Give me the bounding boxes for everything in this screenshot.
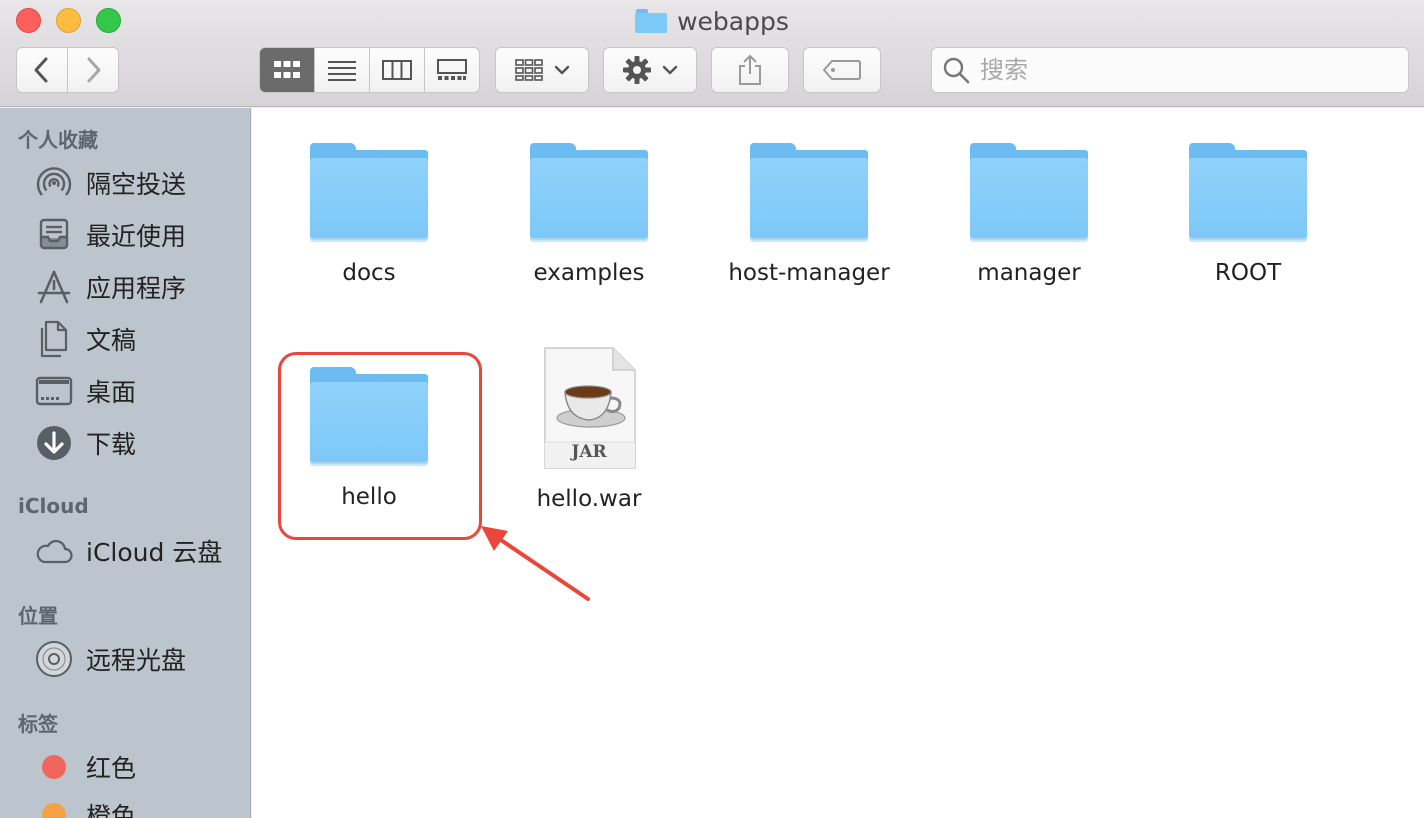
grid-arrange-icon (515, 59, 543, 81)
desktop-icon (34, 371, 74, 411)
file-item-host-manager[interactable]: host-manager (719, 140, 899, 286)
chevron-down-icon (554, 65, 570, 75)
file-item-manager[interactable]: manager (939, 140, 1119, 286)
forward-button[interactable] (68, 48, 118, 92)
file-item-root[interactable]: ROOT (1158, 140, 1338, 286)
list-view-button[interactable] (315, 48, 370, 92)
sidebar-item-documents[interactable]: 文稿 (34, 319, 136, 359)
sidebar-item-label: 桌面 (86, 378, 137, 407)
cloud-icon (34, 531, 74, 571)
annotation-highlight-box (278, 352, 482, 540)
chevron-left-icon (34, 57, 48, 83)
documents-icon (34, 319, 74, 359)
sidebar-item-label: 远程光盘 (86, 646, 187, 675)
section-header-icloud: iCloud (18, 494, 89, 518)
section-header-tags: 标签 (18, 712, 58, 736)
gear-icon (623, 56, 651, 84)
view-mode-control (259, 47, 480, 93)
icon-view-button[interactable] (260, 48, 315, 92)
sidebar-item-applications[interactable]: 应用程序 (34, 267, 186, 307)
sidebar-item-label: 红色 (86, 754, 137, 783)
sidebar-item-label: 下载 (86, 430, 137, 459)
sidebar-item-label: 文稿 (86, 326, 137, 355)
file-browser-area: docs examples host-manager manager ROOT … (252, 108, 1424, 818)
file-item-hello-war[interactable]: JAR hello.war (499, 346, 679, 512)
folder-icon (635, 9, 668, 33)
sidebar-item-label: iCloud 云盘 (86, 538, 223, 567)
airdrop-icon (34, 163, 74, 203)
folder-icon (308, 140, 430, 240)
folder-icon (528, 140, 650, 240)
chevron-down-icon (662, 65, 678, 75)
orange-tag-dot-icon (34, 795, 74, 818)
gallery-view-button[interactable] (425, 48, 479, 92)
window-title-text: webapps (677, 6, 789, 36)
file-name: ROOT (1214, 260, 1282, 286)
sidebar-item-tag-red[interactable]: 红色 (34, 747, 136, 787)
section-header-locations: 位置 (18, 604, 58, 628)
arrange-button[interactable] (495, 47, 589, 93)
recents-icon (34, 215, 74, 255)
sidebar-item-label: 橙色 (86, 802, 137, 818)
icon-view-icon (274, 61, 300, 78)
search-input[interactable] (980, 56, 1380, 84)
title-bar: webapps (0, 0, 1424, 107)
sidebar-item-tag-orange[interactable]: 橙色 (34, 795, 136, 818)
gallery-view-icon (437, 59, 467, 80)
column-view-button[interactable] (370, 48, 425, 92)
column-view-icon (382, 60, 412, 80)
jar-badge: JAR (571, 442, 607, 462)
folder-icon (1187, 140, 1309, 240)
window-title: webapps (0, 4, 1424, 38)
back-forward-group (16, 47, 119, 93)
folder-icon (968, 140, 1090, 240)
file-name: manager (977, 260, 1081, 286)
share-button[interactable] (711, 47, 789, 93)
chevron-right-icon (87, 57, 101, 83)
sidebar-item-recents[interactable]: 最近使用 (34, 215, 186, 255)
sidebar-item-remote-disc[interactable]: 远程光盘 (34, 639, 186, 679)
downloads-icon (34, 423, 74, 463)
sidebar-item-label: 最近使用 (86, 222, 187, 251)
sidebar-item-downloads[interactable]: 下载 (34, 423, 136, 463)
search-field[interactable] (931, 47, 1409, 93)
file-name: hello.war (536, 486, 642, 512)
sidebar-item-label: 隔空投送 (86, 170, 187, 199)
share-icon (739, 54, 761, 85)
action-button[interactable] (603, 47, 697, 93)
file-name: examples (533, 260, 645, 286)
file-item-docs[interactable]: docs (279, 140, 459, 286)
disc-icon (34, 639, 74, 679)
file-item-examples[interactable]: examples (499, 140, 679, 286)
section-header-favorites: 个人收藏 (18, 128, 98, 152)
folder-icon (748, 140, 870, 240)
tag-button[interactable] (803, 47, 881, 93)
back-button[interactable] (17, 48, 68, 92)
applications-icon (34, 267, 74, 307)
red-tag-dot-icon (34, 747, 74, 787)
tag-icon (823, 60, 861, 80)
file-name: docs (342, 260, 396, 286)
search-icon (943, 57, 970, 84)
list-view-icon (328, 61, 356, 81)
sidebar: 个人收藏 隔空投送 最近使用 应用程序 文稿 桌面 下载 iCloud iClo… (0, 108, 251, 818)
sidebar-item-airdrop[interactable]: 隔空投送 (34, 163, 186, 203)
sidebar-item-label: 应用程序 (86, 274, 187, 303)
file-name: host-manager (728, 260, 890, 286)
sidebar-item-desktop[interactable]: 桌面 (34, 371, 136, 411)
sidebar-item-icloud-drive[interactable]: iCloud 云盘 (34, 531, 222, 571)
